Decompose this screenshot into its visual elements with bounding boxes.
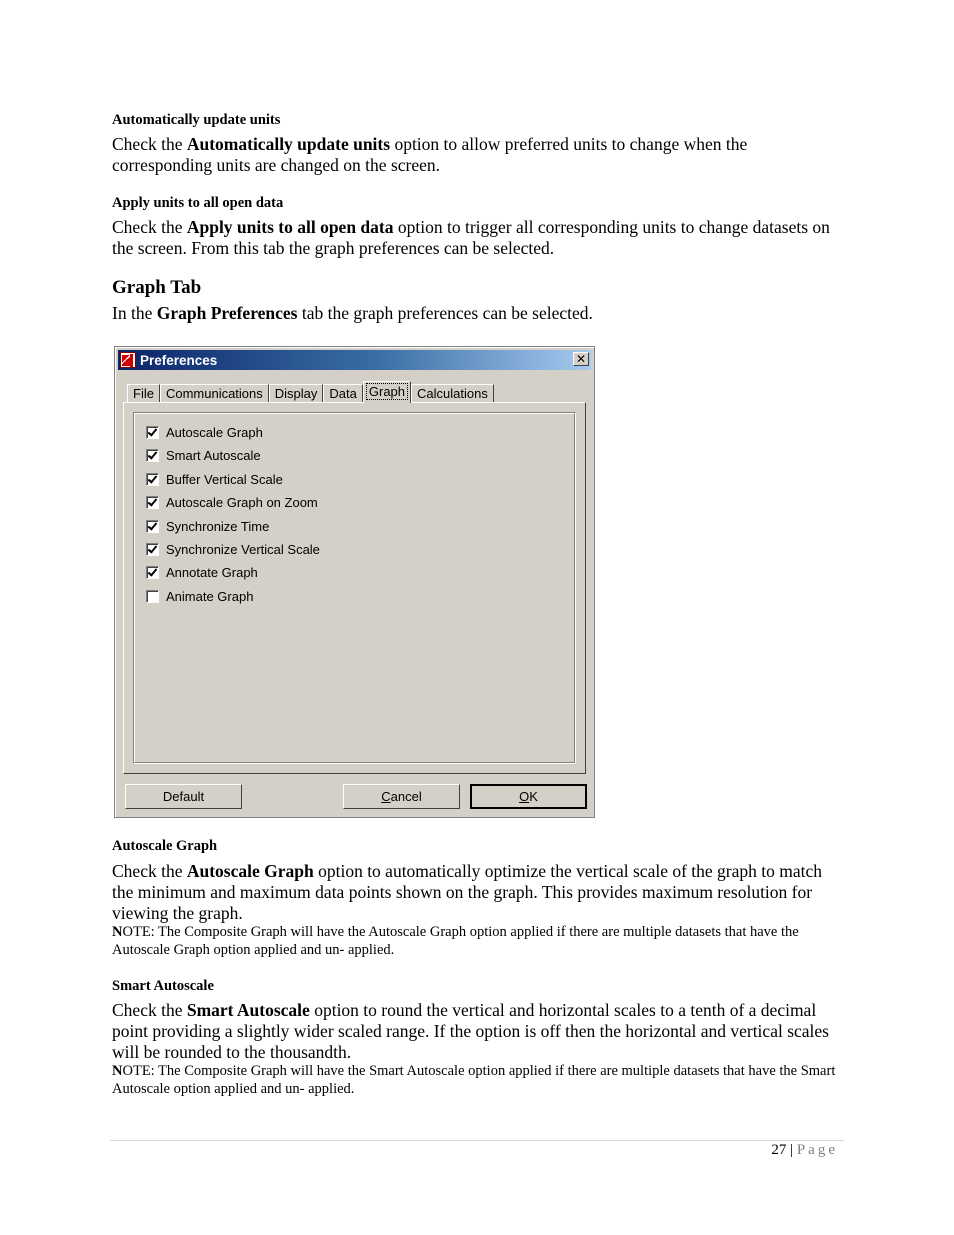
option-animate-graph[interactable]: Animate Graph [146, 587, 253, 605]
section-heading-smart-autoscale: Smart Autoscale [112, 978, 214, 994]
option-label: Synchronize Vertical Scale [166, 541, 320, 557]
option-autoscale-graph-on-zoom[interactable]: Autoscale Graph on Zoom [146, 493, 318, 511]
page-number-value: 27 [771, 1142, 787, 1158]
tab-bar: File Communications Display Data Graph C… [127, 381, 494, 403]
options-group: Autoscale Graph Smart Autoscale Buffer V… [133, 412, 576, 764]
tab-label: Data [329, 386, 357, 401]
text: tab the graph preferences can be selecte… [297, 303, 593, 323]
ok-button[interactable]: OK [470, 784, 587, 809]
paragraph-smart-autoscale: Check the Smart Autoscale option to roun… [112, 1000, 847, 1063]
tab-label: Calculations [417, 386, 488, 401]
bold-term: Apply units to all open data [186, 217, 394, 237]
checkbox-checked-icon[interactable] [146, 519, 159, 533]
button-label: ancel [390, 789, 422, 804]
preferences-dialog: Preferences ✕ File Communications Displa… [114, 346, 595, 818]
option-label: Animate Graph [166, 588, 254, 604]
bold-term: Smart Autoscale [186, 1000, 310, 1020]
tab-calculations[interactable]: Calculations [411, 384, 494, 403]
mnemonic: C [381, 789, 391, 804]
tab-label: File [133, 386, 154, 401]
tab-data[interactable]: Data [323, 384, 363, 403]
note-autoscale-graph: NOTE: The Composite Graph will have the … [112, 923, 847, 959]
dialog-title: Preferences [140, 352, 218, 368]
bold-term: Autoscale Graph [186, 861, 314, 881]
button-label: K [529, 789, 538, 804]
option-label: Synchronize Time [166, 518, 270, 534]
tab-file[interactable]: File [127, 384, 160, 403]
option-label: Smart Autoscale [166, 447, 261, 463]
page-separator: | [786, 1142, 797, 1158]
tab-label: Display [274, 386, 318, 401]
bold-term: Automatically update units [186, 134, 391, 154]
text: Check the [112, 861, 187, 881]
section-heading-apply-units: Apply units to all open data [112, 195, 284, 211]
mnemonic: O [519, 789, 530, 804]
section-heading-auto-update: Automatically update units [112, 112, 281, 128]
tab-label: Graph [365, 383, 409, 400]
paragraph-apply-units: Check the Apply units to all open data o… [112, 217, 847, 259]
app-icon [120, 352, 136, 368]
checkbox-checked-icon[interactable] [146, 495, 159, 509]
option-autoscale-graph[interactable]: Autoscale Graph [146, 423, 263, 441]
page-number: 27 | Page [771, 1142, 838, 1159]
checkbox-checked-icon[interactable] [146, 472, 159, 486]
option-label: Autoscale Graph on Zoom [166, 494, 318, 510]
checkbox-checked-icon[interactable] [146, 425, 159, 439]
close-button[interactable]: ✕ [573, 352, 589, 366]
paragraph-auto-update: Check the Automatically update units opt… [112, 134, 847, 176]
option-label: Autoscale Graph [166, 424, 263, 440]
option-label: Annotate Graph [166, 564, 258, 580]
note-initial: N [112, 1063, 123, 1079]
text: Check the [112, 134, 187, 154]
option-label: Buffer Vertical Scale [166, 471, 283, 487]
note-smart-autoscale: NOTE: The Composite Graph will have the … [112, 1062, 847, 1098]
option-buffer-vertical-scale[interactable]: Buffer Vertical Scale [146, 470, 283, 488]
option-smart-autoscale[interactable]: Smart Autoscale [146, 446, 261, 464]
text: Check the [112, 217, 187, 237]
checkbox-unchecked-icon[interactable] [146, 589, 159, 603]
graph-tab-panel: Autoscale Graph Smart Autoscale Buffer V… [123, 402, 586, 774]
option-synchronize-time[interactable]: Synchronize Time [146, 517, 269, 535]
checkbox-checked-icon[interactable] [146, 542, 159, 556]
checkbox-checked-icon[interactable] [146, 448, 159, 462]
note-text: OTE: The Composite Graph will have the S… [112, 1063, 836, 1097]
default-button[interactable]: Default [125, 784, 242, 809]
note-initial: N [112, 924, 123, 940]
paragraph-autoscale-graph: Check the Autoscale Graph option to auto… [112, 861, 847, 924]
paragraph-graph-tab: In the Graph Preferences tab the graph p… [112, 303, 847, 324]
section-heading-autoscale-graph: Autoscale Graph [112, 838, 218, 854]
checkbox-checked-icon[interactable] [146, 565, 159, 579]
footer-divider [110, 1140, 844, 1141]
cancel-button[interactable]: Cancel [343, 784, 460, 809]
title-bar[interactable]: Preferences ✕ [118, 350, 591, 370]
tab-display[interactable]: Display [268, 384, 324, 403]
text: In the [112, 303, 157, 323]
text: Check the [112, 1000, 187, 1020]
tab-graph[interactable]: Graph [362, 381, 412, 403]
option-annotate-graph[interactable]: Annotate Graph [146, 563, 258, 581]
page-label: Page [796, 1142, 838, 1158]
option-synchronize-vertical-scale[interactable]: Synchronize Vertical Scale [146, 540, 320, 558]
tab-communications[interactable]: Communications [159, 384, 269, 403]
note-text: OTE: The Composite Graph will have the A… [112, 924, 799, 958]
tab-label: Communications [165, 386, 263, 401]
bold-term: Graph Preferences [156, 303, 298, 323]
section-heading-graph-tab: Graph Tab [112, 277, 202, 298]
